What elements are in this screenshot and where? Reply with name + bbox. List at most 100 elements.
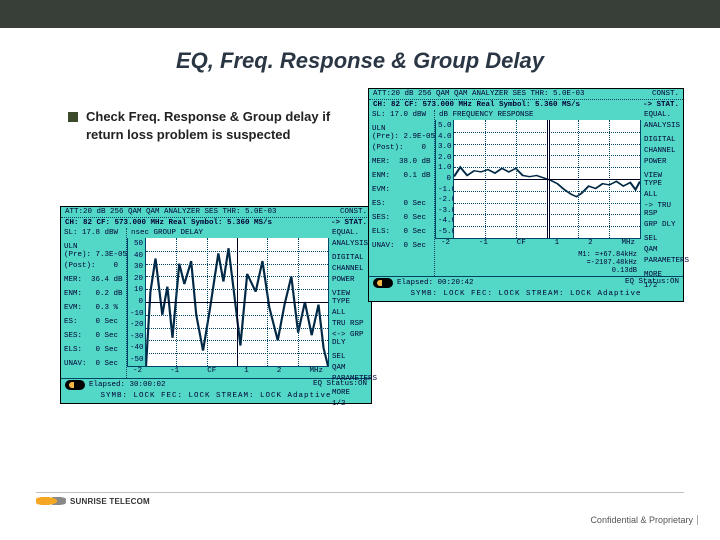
readout: MER: 36.4 dB — [64, 276, 123, 284]
analyzer-group-delay: ATT:20 dB 256 QAM QAM ANALYZER SES THR: … — [60, 206, 372, 404]
analyzer-subheader: CH: 82 CF: 573.000 MHz Real Symbol: 5.36… — [61, 218, 371, 228]
readout: SEL — [332, 353, 346, 361]
x-axis: -2 -1 CF 1 2 MHz — [127, 366, 329, 378]
footer-row-1: Elapsed: 00:20:42 EQ Status:ON — [369, 277, 683, 289]
readout: 40 — [130, 252, 143, 260]
analyzer-subheader: CH: 82 CF: 573.000 MHz Real Symbol: 5.36… — [369, 100, 683, 110]
readout: 50 — [130, 240, 143, 248]
bullet-block: Check Freq. Response & Group delay if re… — [68, 108, 358, 143]
readout: (Post): 0 — [64, 262, 123, 270]
tick: 1 — [555, 239, 560, 250]
readout: CHANNEL — [332, 265, 364, 273]
header-right: CONST. — [340, 208, 367, 216]
analyzer-body: SL: 17.8 dBW ULN (Pre): 7.3E-05 (Post): 0 M… — [61, 228, 371, 378]
readout: UNAV: 0 Sec — [64, 360, 123, 368]
tick: -1 — [479, 239, 488, 250]
tick: -1 — [170, 367, 179, 378]
sub-left: CH: 82 CF: 573.000 MHz Real Symbol: 5.36… — [373, 101, 580, 109]
readout: ES: 0 Sec — [64, 318, 123, 326]
readout: 3.0 — [438, 143, 451, 151]
slide-title: EQ, Freq. Response & Group Delay — [0, 48, 720, 74]
tick: MHz — [621, 239, 635, 250]
readout: GRP DLY — [644, 221, 676, 229]
readout: -4.0 — [438, 217, 451, 225]
readout: -2.0 — [438, 196, 451, 204]
tick: CF — [207, 367, 216, 378]
tick: -2 — [133, 367, 142, 378]
readout: DIGITAL — [644, 136, 676, 144]
readout: EVM: 0.3 % — [64, 304, 123, 312]
readout: SL: 17.0 dBW — [372, 111, 431, 119]
header-left: ATT:20 dB 256 QAM QAM ANALYZER SES THR: … — [65, 208, 277, 216]
tick: 2 — [277, 367, 282, 378]
readout: -50 — [130, 356, 143, 364]
sub-right: -> STAT. — [643, 101, 679, 109]
readout: -3.0 — [438, 207, 451, 215]
readout: EQUAL. — [644, 111, 671, 119]
readout: -5.0 — [438, 228, 451, 236]
readout: ALL — [332, 309, 346, 317]
footer-row-1: Elapsed: 30:00:02 EQ Status:ON — [61, 379, 371, 391]
readout: VIEW TYPE — [644, 172, 680, 188]
eq-status: EQ Status:ON — [313, 380, 367, 390]
analyzer-footer: Elapsed: 30:00:02 EQ Status:ON SYMB: LOC… — [61, 378, 371, 401]
readout: DIGITAL — [332, 254, 364, 262]
readout: -10 — [130, 310, 143, 318]
tick: 1 — [244, 367, 249, 378]
header-right: CONST. — [652, 90, 679, 98]
readout: CHANNEL — [644, 147, 676, 155]
tick: -2 — [441, 239, 450, 250]
readout: 20 — [130, 275, 143, 283]
readout: POWER — [332, 276, 355, 284]
readout: 30 — [130, 263, 143, 271]
device-logo-icon — [373, 278, 393, 288]
right-menu: EQUAL.ANALYSISDIGITALCHANNELPOWERVIEW TY… — [329, 228, 371, 378]
plot-area: 50403020100-10-20-30-40-50 — [127, 238, 329, 366]
readout: SEL — [644, 235, 658, 243]
eq-status: EQ Status:ON — [625, 278, 679, 288]
y-axis: 50403020100-10-20-30-40-50 — [128, 238, 146, 366]
plot-canvas — [146, 238, 328, 366]
readout: 10 — [130, 286, 143, 294]
header-left: ATT:20 dB 256 QAM QAM ANALYZER SES THR: … — [373, 90, 585, 98]
separator — [36, 492, 684, 493]
readout: PARAMETERS — [644, 257, 689, 265]
readout: 0 — [438, 175, 451, 183]
readout: 2.0 — [438, 154, 451, 162]
tick: MHz — [309, 367, 323, 378]
footer-logo: SUNRISE TELECOM — [36, 494, 150, 508]
confidential-text: Confidential & Proprietary — [590, 515, 698, 525]
readout: ULN (Pre): 7.3E-05 — [64, 243, 123, 259]
top-bar — [0, 0, 720, 28]
banner-text: nsec GROUP DELAY — [131, 229, 203, 237]
readout: ES: 0 Sec — [372, 200, 431, 208]
readout: ULN (Pre): 2.9E-05 — [372, 125, 431, 141]
readout: MER: 38.0 dB — [372, 158, 431, 166]
sub-left: CH: 82 CF: 573.000 MHz Real Symbol: 5.36… — [65, 219, 272, 227]
readout: 0 — [130, 298, 143, 306]
analyzer-footer: Elapsed: 00:20:42 EQ Status:ON SYMB: LOC… — [369, 276, 683, 299]
readout: UNAV: 0 Sec — [372, 242, 431, 250]
device-logo-icon — [65, 380, 85, 390]
footer-row-2: SYMB: LOCK FEC: LOCK STREAM: LOCK Adapti… — [61, 391, 371, 401]
readout: (Post): 0 — [372, 144, 431, 152]
elapsed: Elapsed: 00:20:42 — [397, 279, 474, 287]
readout: SL: 17.8 dBW — [64, 229, 123, 237]
plot-banner: nsec GROUP DELAY — [127, 228, 329, 238]
readout: SES: 0 Sec — [64, 332, 123, 340]
readout: ENM: 0.1 dB — [372, 172, 431, 180]
readout: -> TRU RSP — [644, 202, 680, 218]
readout: 4.0 — [438, 133, 451, 141]
analyzer-freq-response: ATT:20 dB 256 QAM QAM ANALYZER SES THR: … — [368, 88, 684, 302]
right-menu: EQUAL.ANALYSISDIGITALCHANNELPOWERVIEW TY… — [641, 110, 683, 276]
readout: EVM: — [372, 186, 431, 194]
readout: -30 — [130, 333, 143, 341]
readout: ALL — [644, 191, 658, 199]
bullet-text: Check Freq. Response & Group delay if re… — [86, 108, 358, 143]
sub-right: -> STAT. — [331, 219, 367, 227]
readout: QAM — [332, 364, 346, 372]
readout: -1.0 — [438, 186, 451, 194]
footer-row-2: SYMB: LOCK FEC: LOCK STREAM: LOCK Adapti… — [369, 289, 683, 299]
readout: ELS: 0 Sec — [64, 346, 123, 354]
slide: EQ, Freq. Response & Group Delay Check F… — [0, 0, 720, 540]
